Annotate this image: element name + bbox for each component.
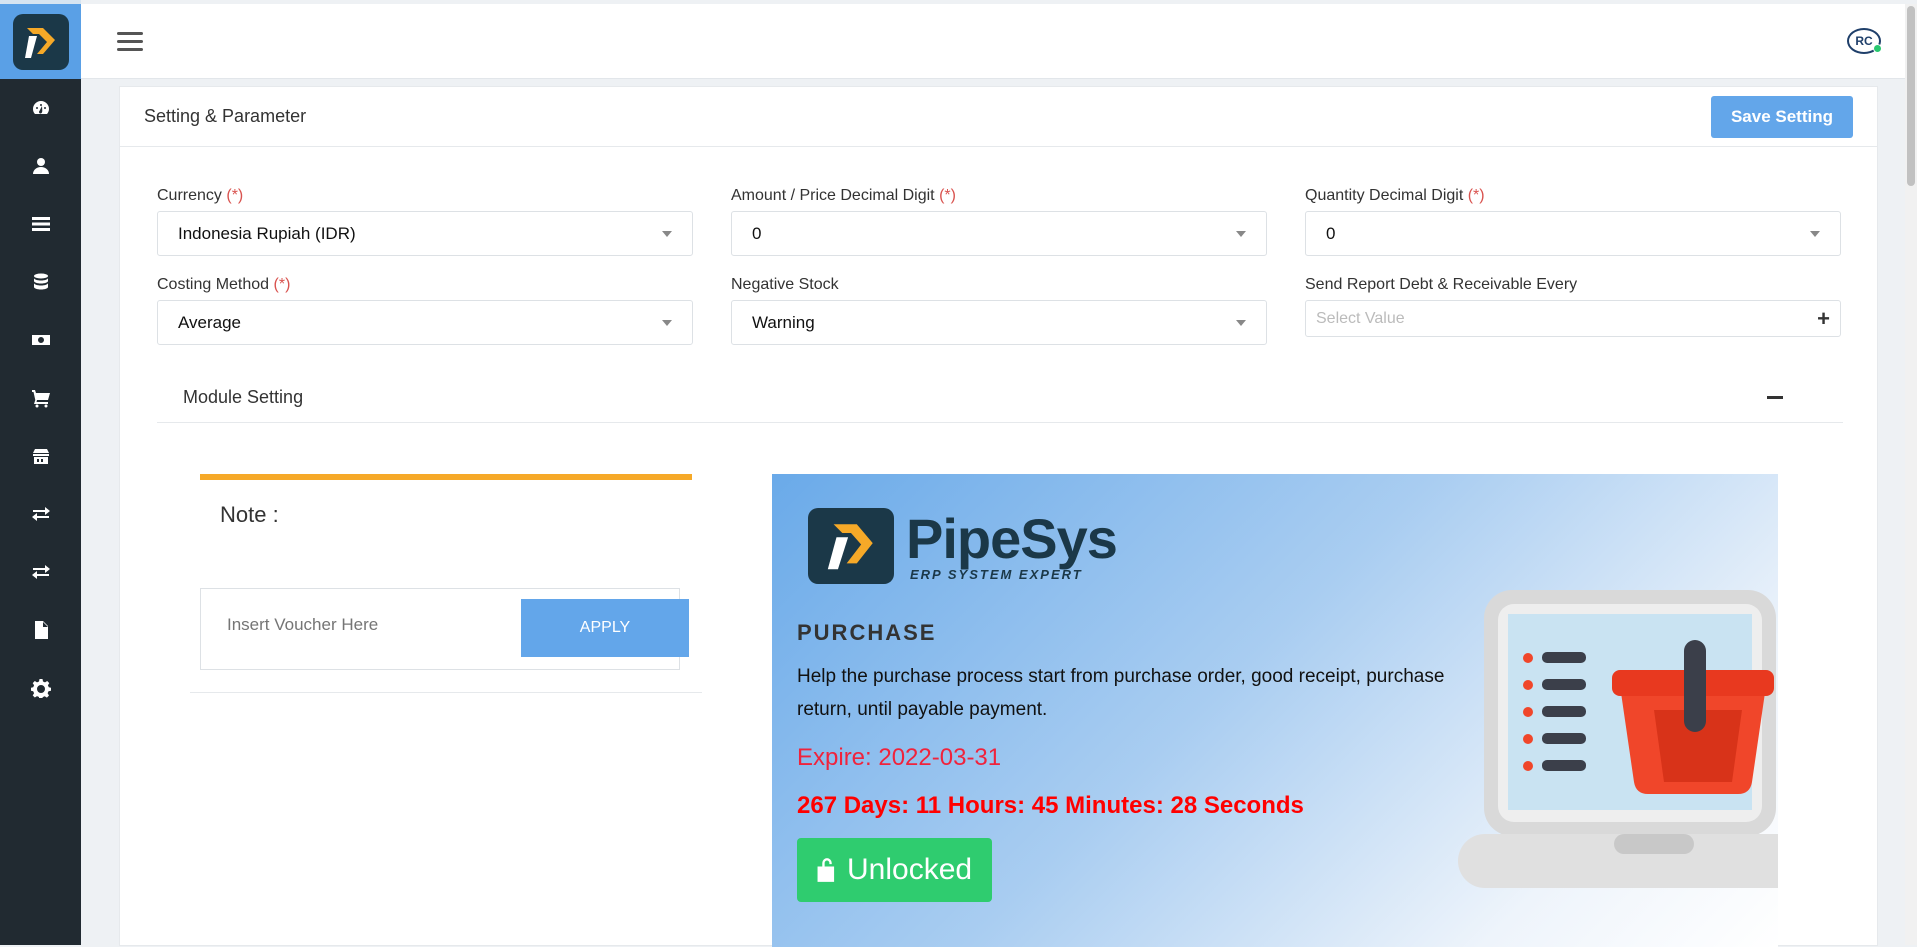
caret-down-icon: [662, 319, 672, 326]
negative-stock-label: Negative Stock: [731, 276, 839, 293]
module-expire-date: Expire: 2022-03-31: [797, 744, 1002, 771]
money-icon: [31, 335, 50, 345]
amount-decimal-label: Amount / Price Decimal Digit (*): [731, 187, 956, 204]
sidebar-item-transfer[interactable]: [0, 485, 81, 543]
amount-decimal-select[interactable]: 0: [731, 211, 1267, 256]
top-bar: RC: [81, 4, 1917, 79]
sidebar: [0, 0, 81, 945]
currency-select[interactable]: Indonesia Rupiah (IDR): [157, 211, 693, 256]
apply-voucher-button[interactable]: APPLY: [521, 599, 689, 657]
sidebar-item-list[interactable]: [0, 195, 81, 253]
voucher-input[interactable]: [227, 615, 477, 635]
sidebar-item-settings[interactable]: [0, 659, 81, 717]
negative-stock-group: Negative Stock Warning: [731, 276, 1267, 345]
negative-stock-select[interactable]: Warning: [731, 300, 1267, 345]
costing-method-value: Average: [178, 312, 242, 332]
unlocked-label: Unlocked: [847, 853, 973, 886]
module-setting-header[interactable]: Module Setting: [157, 373, 1843, 423]
plus-icon[interactable]: +: [1817, 306, 1830, 332]
voucher-box: APPLY: [200, 588, 689, 670]
brand-area[interactable]: [0, 0, 81, 79]
caret-down-icon: [662, 230, 672, 237]
avatar-initials: RC: [1855, 34, 1873, 48]
settings-form: Currency (*) Indonesia Rupiah (IDR) Amou…: [157, 187, 1843, 345]
report-schedule-placeholder: Select Value: [1316, 309, 1405, 327]
database-icon: [33, 273, 48, 290]
sidebar-item-cart[interactable]: [0, 369, 81, 427]
dashboard-icon: [32, 101, 49, 114]
module-promo-banner: PipeSys ERP SYSTEM EXPERT PURCHASE Help …: [772, 474, 1778, 947]
sidebar-item-database[interactable]: [0, 253, 81, 311]
user-icon: [32, 158, 49, 174]
costing-method-label: Costing Method (*): [157, 276, 291, 293]
sidebar-item-exchange[interactable]: [0, 543, 81, 601]
sidebar-item-user[interactable]: [0, 137, 81, 195]
caret-down-icon: [1810, 230, 1820, 237]
page-scrollbar[interactable]: [1905, 4, 1917, 945]
caret-down-icon: [1236, 319, 1246, 326]
module-description: Help the purchase process start from pur…: [797, 666, 1445, 720]
settings-card: Setting & Parameter Save Setting Currenc…: [119, 86, 1878, 947]
currency-group: Currency (*) Indonesia Rupiah (IDR): [157, 187, 693, 256]
save-setting-button[interactable]: Save Setting: [1710, 95, 1853, 138]
module-countdown: 267 Days: 11 Hours: 45 Minutes: 28 Secon…: [797, 792, 1304, 819]
costing-method-select[interactable]: Average: [157, 300, 693, 345]
unlock-icon: [817, 858, 835, 882]
sidebar-item-money[interactable]: [0, 311, 81, 369]
module-setting-title: Module Setting: [183, 387, 304, 407]
laptop-cart-illustration: [1458, 590, 1778, 888]
amount-decimal-value: 0: [752, 223, 762, 243]
document-icon: [34, 621, 48, 639]
collapse-icon[interactable]: [1767, 396, 1783, 399]
sidebar-item-store[interactable]: [0, 427, 81, 485]
brand-name: PipeSys: [906, 506, 1118, 570]
scrollbar-thumb[interactable]: [1907, 6, 1915, 186]
quantity-decimal-group: Quantity Decimal Digit (*) 0: [1305, 187, 1841, 256]
report-schedule-group: Send Report Debt & Receivable Every Sele…: [1305, 276, 1841, 345]
pipesys-logo: [12, 13, 69, 70]
amount-decimal-group: Amount / Price Decimal Digit (*) 0: [731, 187, 1267, 256]
pipesys-logo-mark: [808, 508, 894, 584]
cart-icon: [31, 390, 50, 408]
report-schedule-select[interactable]: Select Value +: [1305, 300, 1841, 337]
gear-icon: [30, 679, 51, 698]
currency-value: Indonesia Rupiah (IDR): [178, 223, 356, 243]
sidebar-item-dashboard[interactable]: [0, 79, 81, 137]
note-title: Note :: [220, 502, 279, 527]
divider: [190, 692, 702, 693]
currency-label: Currency (*): [157, 187, 244, 204]
store-icon: [32, 449, 49, 464]
menu-toggle-icon[interactable]: [117, 32, 143, 52]
negative-stock-value: Warning: [752, 312, 815, 332]
transfer-icon: [31, 507, 50, 521]
promo-brand: PipeSys ERP SYSTEM EXPERT: [906, 506, 1118, 582]
costing-method-group: Costing Method (*) Average: [157, 276, 693, 345]
unlocked-button[interactable]: Unlocked: [797, 838, 993, 902]
page-title: Setting & Parameter: [144, 106, 307, 126]
online-status-indicator: [1873, 44, 1882, 53]
list-icon: [31, 217, 50, 231]
quantity-decimal-label: Quantity Decimal Digit (*): [1305, 187, 1485, 204]
exchange-icon: [31, 565, 50, 579]
quantity-decimal-value: 0: [1326, 223, 1336, 243]
quantity-decimal-select[interactable]: 0: [1305, 211, 1841, 256]
card-header: Setting & Parameter Save Setting: [120, 87, 1877, 147]
note-card: Note : APPLY: [190, 474, 702, 704]
user-avatar[interactable]: RC: [1847, 28, 1882, 54]
sidebar-item-document[interactable]: [0, 601, 81, 659]
promo-logo: PipeSys ERP SYSTEM EXPERT: [808, 506, 1118, 584]
note-accent-bar: [200, 474, 692, 480]
report-schedule-label: Send Report Debt & Receivable Every: [1305, 276, 1578, 293]
module-title: PURCHASE: [797, 620, 937, 645]
caret-down-icon: [1236, 230, 1246, 237]
